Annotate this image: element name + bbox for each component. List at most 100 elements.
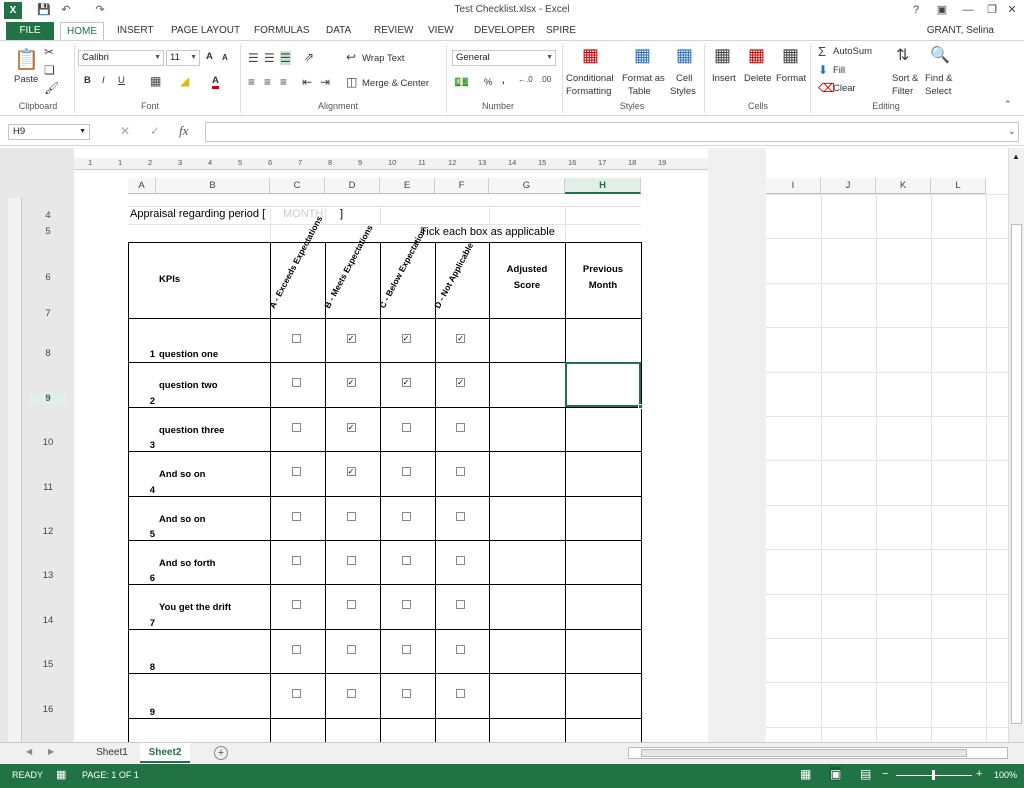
rating-checkbox[interactable] bbox=[456, 556, 465, 565]
rating-checkbox[interactable] bbox=[346, 556, 356, 565]
align-bottom-icon[interactable]: ☰ bbox=[280, 51, 291, 65]
column-header-b[interactable]: B bbox=[156, 178, 270, 194]
kpi-question[interactable]: And so on bbox=[159, 469, 205, 480]
column-header-a[interactable]: A bbox=[128, 178, 156, 194]
vertical-scrollbar[interactable]: ▲ bbox=[1008, 148, 1024, 742]
rating-checkbox[interactable] bbox=[401, 467, 411, 477]
rating-checkbox[interactable] bbox=[346, 511, 356, 521]
cell-styles-icon[interactable]: ▦ bbox=[676, 45, 693, 66]
autosum-icon[interactable]: Σ bbox=[818, 44, 826, 59]
kpi-question[interactable]: question three bbox=[159, 425, 224, 436]
enter-icon[interactable]: ✓ bbox=[150, 124, 160, 138]
kpi-question[interactable]: And so forth bbox=[159, 558, 215, 569]
scroll-up-icon[interactable]: ▲ bbox=[1012, 152, 1020, 161]
rating-checkbox[interactable] bbox=[291, 511, 301, 521]
underline-button[interactable]: U bbox=[118, 75, 125, 86]
clear-button[interactable]: Clear bbox=[833, 83, 856, 94]
rating-checkbox[interactable] bbox=[291, 644, 301, 654]
rating-checkbox[interactable] bbox=[401, 422, 411, 432]
overflow-columns-area[interactable] bbox=[766, 148, 1008, 742]
rating-checkbox[interactable] bbox=[291, 689, 301, 699]
format-painter-icon[interactable]: 🖌 bbox=[44, 81, 59, 95]
zoom-out-icon[interactable]: − bbox=[882, 768, 888, 780]
column-header-g[interactable]: G bbox=[489, 178, 565, 194]
align-top-icon[interactable]: ☰ bbox=[248, 51, 259, 65]
selected-cell-h9[interactable] bbox=[565, 362, 641, 407]
rating-checkbox[interactable] bbox=[291, 556, 301, 565]
wrap-text-icon[interactable]: ↩ bbox=[346, 50, 356, 64]
column-header-c[interactable]: C bbox=[270, 178, 325, 194]
insert-function-button[interactable]: fx bbox=[179, 123, 188, 139]
sort-filter-icon[interactable]: ⇅ bbox=[896, 45, 909, 65]
row-header-7[interactable]: 7 bbox=[30, 308, 66, 319]
delete-cells-icon[interactable]: ▦ bbox=[748, 45, 765, 66]
font-color-button[interactable]: A bbox=[212, 75, 219, 89]
rating-checkbox[interactable] bbox=[346, 689, 356, 699]
column-header-k[interactable]: K bbox=[876, 178, 931, 194]
kpi-question[interactable]: And so on bbox=[159, 514, 205, 525]
decrease-indent-icon[interactable]: ⇤ bbox=[302, 75, 312, 89]
rating-checkbox[interactable] bbox=[291, 378, 301, 388]
column-header-l[interactable]: L bbox=[931, 178, 986, 194]
align-center-icon[interactable]: ≡ bbox=[264, 75, 271, 89]
increase-decimal-icon[interactable]: ←.0 bbox=[518, 75, 533, 84]
column-header-e[interactable]: E bbox=[380, 178, 435, 194]
autosum-button[interactable]: AutoSum bbox=[833, 46, 872, 57]
rating-checkbox[interactable]: ✓ bbox=[401, 378, 411, 388]
user-account[interactable]: GRANT, Selina bbox=[927, 22, 994, 40]
rating-checkbox[interactable] bbox=[401, 600, 411, 610]
align-middle-icon[interactable]: ☰ bbox=[264, 51, 275, 65]
rating-checkbox[interactable] bbox=[456, 467, 465, 477]
paste-icon[interactable]: 📋 bbox=[14, 47, 39, 73]
tab-spire[interactable]: SPIRE bbox=[546, 22, 576, 40]
row-header-15[interactable]: 15 bbox=[30, 659, 66, 670]
currency-icon[interactable]: 💵 bbox=[454, 75, 469, 89]
sheet-tab-1[interactable]: Sheet1 bbox=[86, 743, 138, 763]
column-header-d[interactable]: D bbox=[325, 178, 380, 194]
decrease-decimal-icon[interactable]: .00 bbox=[540, 75, 551, 84]
row-header-8[interactable]: 8 bbox=[30, 348, 66, 359]
comma-button[interactable]: , bbox=[502, 75, 505, 86]
find-select-icon[interactable]: 🔍 bbox=[930, 45, 950, 65]
rating-checkbox[interactable] bbox=[346, 644, 356, 654]
tab-home[interactable]: HOME bbox=[60, 22, 104, 41]
format-cells-icon[interactable]: ▦ bbox=[782, 45, 799, 66]
sheet-tab-2[interactable]: Sheet2 bbox=[140, 743, 190, 763]
column-header-f[interactable]: F bbox=[435, 178, 489, 194]
rating-checkbox[interactable] bbox=[401, 644, 411, 654]
conditional-formatting-icon[interactable]: ▦ bbox=[582, 45, 599, 66]
horizontal-scrollbar[interactable] bbox=[628, 747, 1008, 759]
rating-checkbox[interactable] bbox=[401, 556, 411, 565]
row-header-6[interactable]: 6 bbox=[30, 272, 66, 283]
delete-cells-button[interactable]: Delete bbox=[744, 73, 771, 84]
tab-developer[interactable]: DEVELOPER bbox=[474, 22, 535, 40]
rating-checkbox[interactable] bbox=[456, 644, 465, 654]
italic-button[interactable]: I bbox=[102, 75, 105, 86]
zoom-in-icon[interactable]: + bbox=[976, 768, 982, 780]
zoom-slider-thumb[interactable] bbox=[932, 770, 935, 780]
column-header-i[interactable]: I bbox=[766, 178, 821, 194]
fill-button[interactable]: Fill bbox=[833, 65, 845, 76]
format-as-table-label2[interactable]: Table bbox=[628, 86, 651, 97]
orientation-icon[interactable]: ⇗ bbox=[304, 50, 314, 64]
rating-checkbox[interactable] bbox=[291, 600, 301, 610]
tab-review[interactable]: REVIEW bbox=[374, 22, 413, 40]
cancel-icon[interactable]: ✕ bbox=[120, 124, 130, 138]
rating-checkbox[interactable] bbox=[291, 422, 301, 432]
page-break-view-icon[interactable]: ▤ bbox=[860, 767, 871, 781]
rating-checkbox[interactable] bbox=[346, 600, 356, 610]
conditional-formatting-button[interactable]: Conditional bbox=[566, 73, 614, 84]
conditional-formatting-label2[interactable]: Formatting bbox=[566, 86, 611, 97]
scroll-thumb[interactable] bbox=[1011, 224, 1022, 724]
rating-checkbox[interactable] bbox=[401, 511, 411, 521]
align-right-icon[interactable]: ≡ bbox=[280, 75, 287, 89]
expand-formula-icon[interactable]: ⌄ bbox=[1008, 126, 1016, 137]
page-layout-view-icon[interactable]: ▣ bbox=[830, 767, 842, 781]
fill-color-icon[interactable]: ◢ bbox=[180, 74, 189, 88]
rating-checkbox[interactable]: ✓ bbox=[456, 334, 465, 343]
rating-checkbox[interactable]: ✓ bbox=[346, 378, 356, 388]
next-sheet-icon[interactable]: ▶ bbox=[48, 747, 54, 756]
column-header-h[interactable]: H bbox=[565, 178, 641, 194]
sort-filter-button[interactable]: Sort & bbox=[892, 73, 918, 84]
paste-button[interactable]: Paste bbox=[14, 74, 38, 85]
